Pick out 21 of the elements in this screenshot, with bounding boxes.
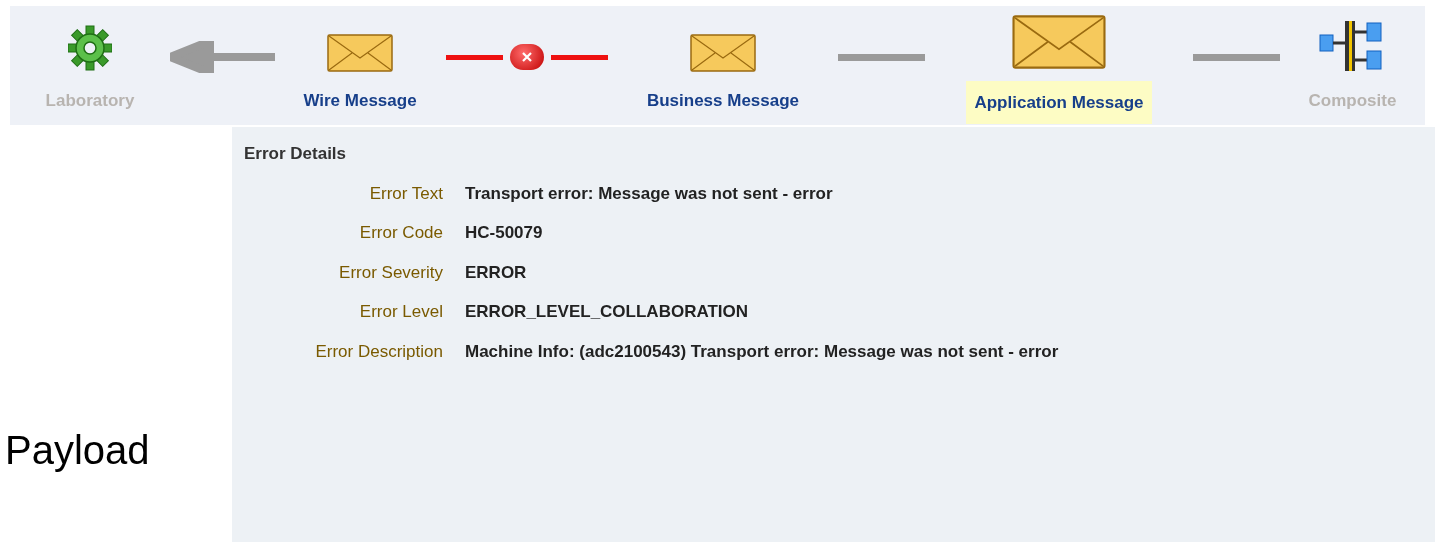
payload-label: Payload	[5, 430, 150, 470]
envelope-icon	[1010, 14, 1108, 69]
field-label: Error Level	[358, 301, 443, 323]
field-value: HC-50079	[465, 222, 544, 244]
node-label[interactable]: Business Message	[638, 84, 808, 118]
field-label: Error Code	[358, 222, 443, 244]
envelope-icon	[690, 34, 756, 72]
field-label: Error Severity	[338, 261, 443, 284]
field-value: Transport error: Message was not sent - error	[465, 182, 834, 205]
field-value: ERROR	[465, 261, 528, 284]
node-label[interactable]: Application Message	[966, 80, 1152, 124]
envelope-icon	[327, 34, 393, 72]
field-label: Error Text	[368, 182, 443, 205]
left-arrow-icon	[170, 41, 275, 73]
gear-icon	[68, 24, 112, 72]
field-value: ERROR_LEVEL_COLLABORATION	[465, 301, 750, 323]
section-title: Error Details	[244, 143, 348, 165]
field-value: Machine Info: (adc2100543) Transport error: Message was not sent - error	[465, 340, 1060, 363]
node-label[interactable]: Wire Message	[295, 84, 425, 118]
error-icon	[509, 44, 544, 70]
field-label: Error Description	[314, 340, 443, 363]
